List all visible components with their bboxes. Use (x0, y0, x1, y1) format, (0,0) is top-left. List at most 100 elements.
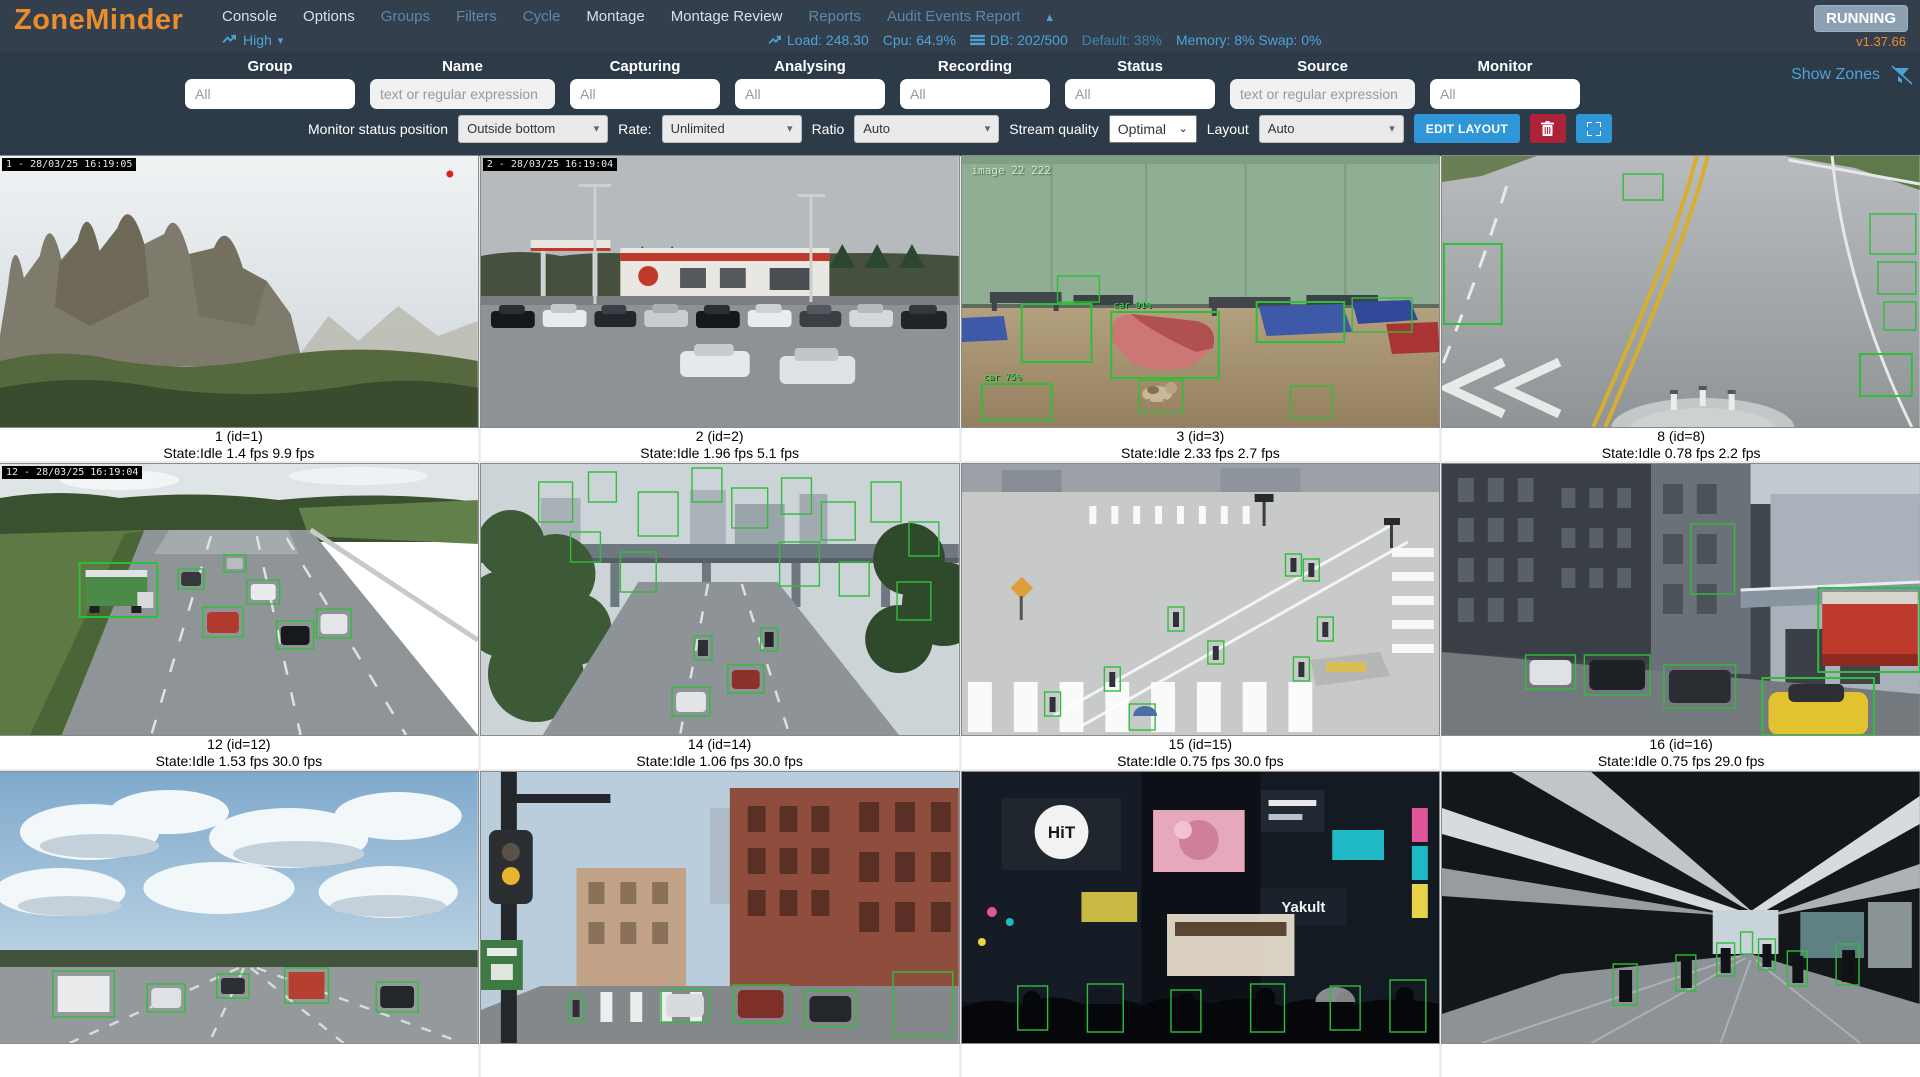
rate-value: Unlimited (671, 121, 725, 136)
monitor-name: 2 (id=2) (481, 428, 959, 445)
filter-group: Group (185, 58, 355, 109)
monitor-feed-15[interactable] (962, 464, 1440, 735)
filter-status: Status (1065, 58, 1215, 109)
filter-source: Source (1230, 58, 1415, 109)
montage-grid: 1 - 28/03/25 16:19:05 1 (id=1) State:Idl… (0, 156, 1920, 1077)
monitor-label-row3-3[interactable] (962, 1043, 1440, 1077)
monitor-label-1[interactable]: 1 (id=1) State:Idle 1.4 fps 9.9 fps (0, 427, 478, 461)
filter-monitor: Monitor (1430, 58, 1580, 109)
filter-name: Name (370, 58, 555, 109)
filter-group-label: Group (248, 58, 293, 75)
monitor-name: 8 (id=8) (1442, 428, 1920, 445)
nav-console[interactable]: Console (222, 8, 277, 25)
monitor-cell-row3-4 (1442, 772, 1920, 1077)
monitor-name: 16 (id=16) (1442, 736, 1920, 753)
filter-analysing-input[interactable] (735, 79, 885, 109)
monitor-feed-8[interactable] (1442, 156, 1920, 427)
filter-name-label: Name (442, 58, 483, 75)
caret-down-icon: ▾ (278, 34, 284, 47)
nav-montage-review[interactable]: Montage Review (671, 8, 783, 25)
load-status[interactable]: Load: 248.30 (768, 32, 869, 48)
filter-monitor-input[interactable] (1430, 79, 1580, 109)
scene-road (1442, 156, 1920, 427)
monitor-feed-14[interactable] (481, 464, 959, 735)
nav-groups[interactable]: Groups (381, 8, 430, 25)
monitor-label-2[interactable]: 2 (id=2) State:Idle 1.96 fps 5.1 fps (481, 427, 959, 461)
monitor-name: 14 (id=14) (481, 736, 959, 753)
monitor-feed-1[interactable]: 1 - 28/03/25 16:19:05 (0, 156, 478, 427)
status-position-select[interactable]: Outside bottom ▾ (458, 115, 608, 143)
app-logo[interactable]: ZoneMinder (14, 4, 183, 37)
filter-recording-input[interactable] (900, 79, 1050, 109)
monitor-label-3[interactable]: 3 (id=3) State:Idle 2.33 fps 2.7 fps (962, 427, 1440, 461)
filter-group-input[interactable] (185, 79, 355, 109)
scene-intersection (962, 464, 1440, 735)
monitor-feed-2[interactable]: 2 - 28/03/25 16:19:04 (481, 156, 959, 427)
monitor-label-15[interactable]: 15 (id=15) State:Idle 0.75 fps 30.0 fps (962, 735, 1440, 769)
delete-layout-button[interactable] (1530, 114, 1566, 143)
top-navbar: ZoneMinder Console Options Groups Filter… (0, 0, 1920, 52)
monitor-label-row3-4[interactable] (1442, 1043, 1920, 1077)
monitor-feed-16[interactable] (1442, 464, 1920, 735)
filter-name-input[interactable] (370, 79, 555, 109)
hide-filter-funnel-icon[interactable] (1888, 65, 1912, 87)
monitor-feed-12[interactable]: 12 - 28/03/25 16:19:04 (0, 464, 478, 735)
billboard-yakult-text: Yakult (1281, 899, 1325, 916)
timestamp-overlay: 12 - 28/03/25 16:19:04 (2, 466, 142, 479)
bandwidth-icon (222, 34, 237, 47)
monitor-feed-row3-3[interactable]: HiT Yakult (962, 772, 1440, 1043)
status-position-label: Monitor status position (308, 121, 448, 137)
nav-options[interactable]: Options (303, 8, 355, 25)
bandwidth-selector[interactable]: High ▾ (222, 32, 283, 48)
memory-text: Memory: 8% Swap: 0% (1176, 32, 1322, 48)
monitor-feed-3[interactable]: image 22 222 car 91% car 75% (962, 156, 1440, 427)
filter-capturing: Capturing (570, 58, 720, 109)
trend-up-icon (768, 34, 782, 46)
edit-layout-button[interactable]: EDIT LAYOUT (1414, 114, 1520, 143)
caret-down-icon: ⌄ (1179, 122, 1188, 135)
fullscreen-button[interactable] (1576, 114, 1612, 143)
cpu-status[interactable]: Cpu: 64.9% (883, 32, 956, 48)
monitor-cell-2: 2 - 28/03/25 16:19:04 2 (id=2) State:Idl… (481, 156, 959, 461)
monitor-feed-row3-1[interactable] (0, 772, 478, 1043)
filter-source-input[interactable] (1230, 79, 1415, 109)
stream-quality-select[interactable]: Optimal ⌄ (1109, 115, 1197, 143)
collapse-header-icon[interactable]: ▴ (1046, 9, 1053, 25)
monitor-label-12[interactable]: 12 (id=12) State:Idle 1.53 fps 30.0 fps (0, 735, 478, 769)
monitor-feed-row3-2[interactable] (481, 772, 959, 1043)
nav-audit-events-report[interactable]: Audit Events Report (887, 8, 1020, 25)
monitor-label-row3-2[interactable] (481, 1043, 959, 1077)
scene-warehouse (962, 156, 1440, 427)
memory-status: Memory: 8% Swap: 0% (1176, 32, 1322, 48)
monitor-label-row3-1[interactable] (0, 1043, 478, 1077)
nav-filters[interactable]: Filters (456, 8, 497, 25)
layout-select[interactable]: Auto ▾ (1259, 115, 1404, 143)
filter-monitor-label: Monitor (1478, 58, 1533, 75)
monitor-label-8[interactable]: 8 (id=8) State:Idle 0.78 fps 2.2 fps (1442, 427, 1920, 461)
ratio-select[interactable]: Auto ▾ (854, 115, 999, 143)
rate-select[interactable]: Unlimited ▾ (662, 115, 802, 143)
filter-analysing: Analysing (735, 58, 885, 109)
daemon-state-button[interactable]: RUNNING (1814, 5, 1908, 32)
monitor-state: State:Idle 1.06 fps 30.0 fps (481, 753, 959, 769)
monitor-label-14[interactable]: 14 (id=14) State:Idle 1.06 fps 30.0 fps (481, 735, 959, 769)
monitor-label-16[interactable]: 16 (id=16) State:Idle 0.75 fps 29.0 fps (1442, 735, 1920, 769)
scene-parking-lot (481, 156, 959, 427)
nav-montage[interactable]: Montage (586, 8, 644, 25)
rate-label: Rate: (618, 121, 651, 137)
nav-cycle[interactable]: Cycle (523, 8, 561, 25)
scene-highway (0, 464, 478, 735)
timestamp-overlay: 2 - 28/03/25 16:19:04 (483, 158, 617, 171)
nav-reports[interactable]: Reports (808, 8, 861, 25)
system-status-bar: Load: 248.30 Cpu: 64.9% DB: 202/500 Defa… (768, 32, 1321, 48)
filter-status-input[interactable] (1065, 79, 1215, 109)
version-label[interactable]: v1.37.66 (1856, 34, 1906, 49)
cpu-text: Cpu: 64.9% (883, 32, 956, 48)
stream-quality-value: Optimal (1118, 121, 1166, 137)
monitor-feed-row3-4[interactable] (1442, 772, 1920, 1043)
default-status[interactable]: Default: 38% (1082, 32, 1162, 48)
filter-capturing-input[interactable] (570, 79, 720, 109)
monitor-state: State:Idle 1.53 fps 30.0 fps (0, 753, 478, 769)
show-zones-link[interactable]: Show Zones (1791, 66, 1880, 84)
db-status[interactable]: DB: 202/500 (970, 32, 1068, 48)
